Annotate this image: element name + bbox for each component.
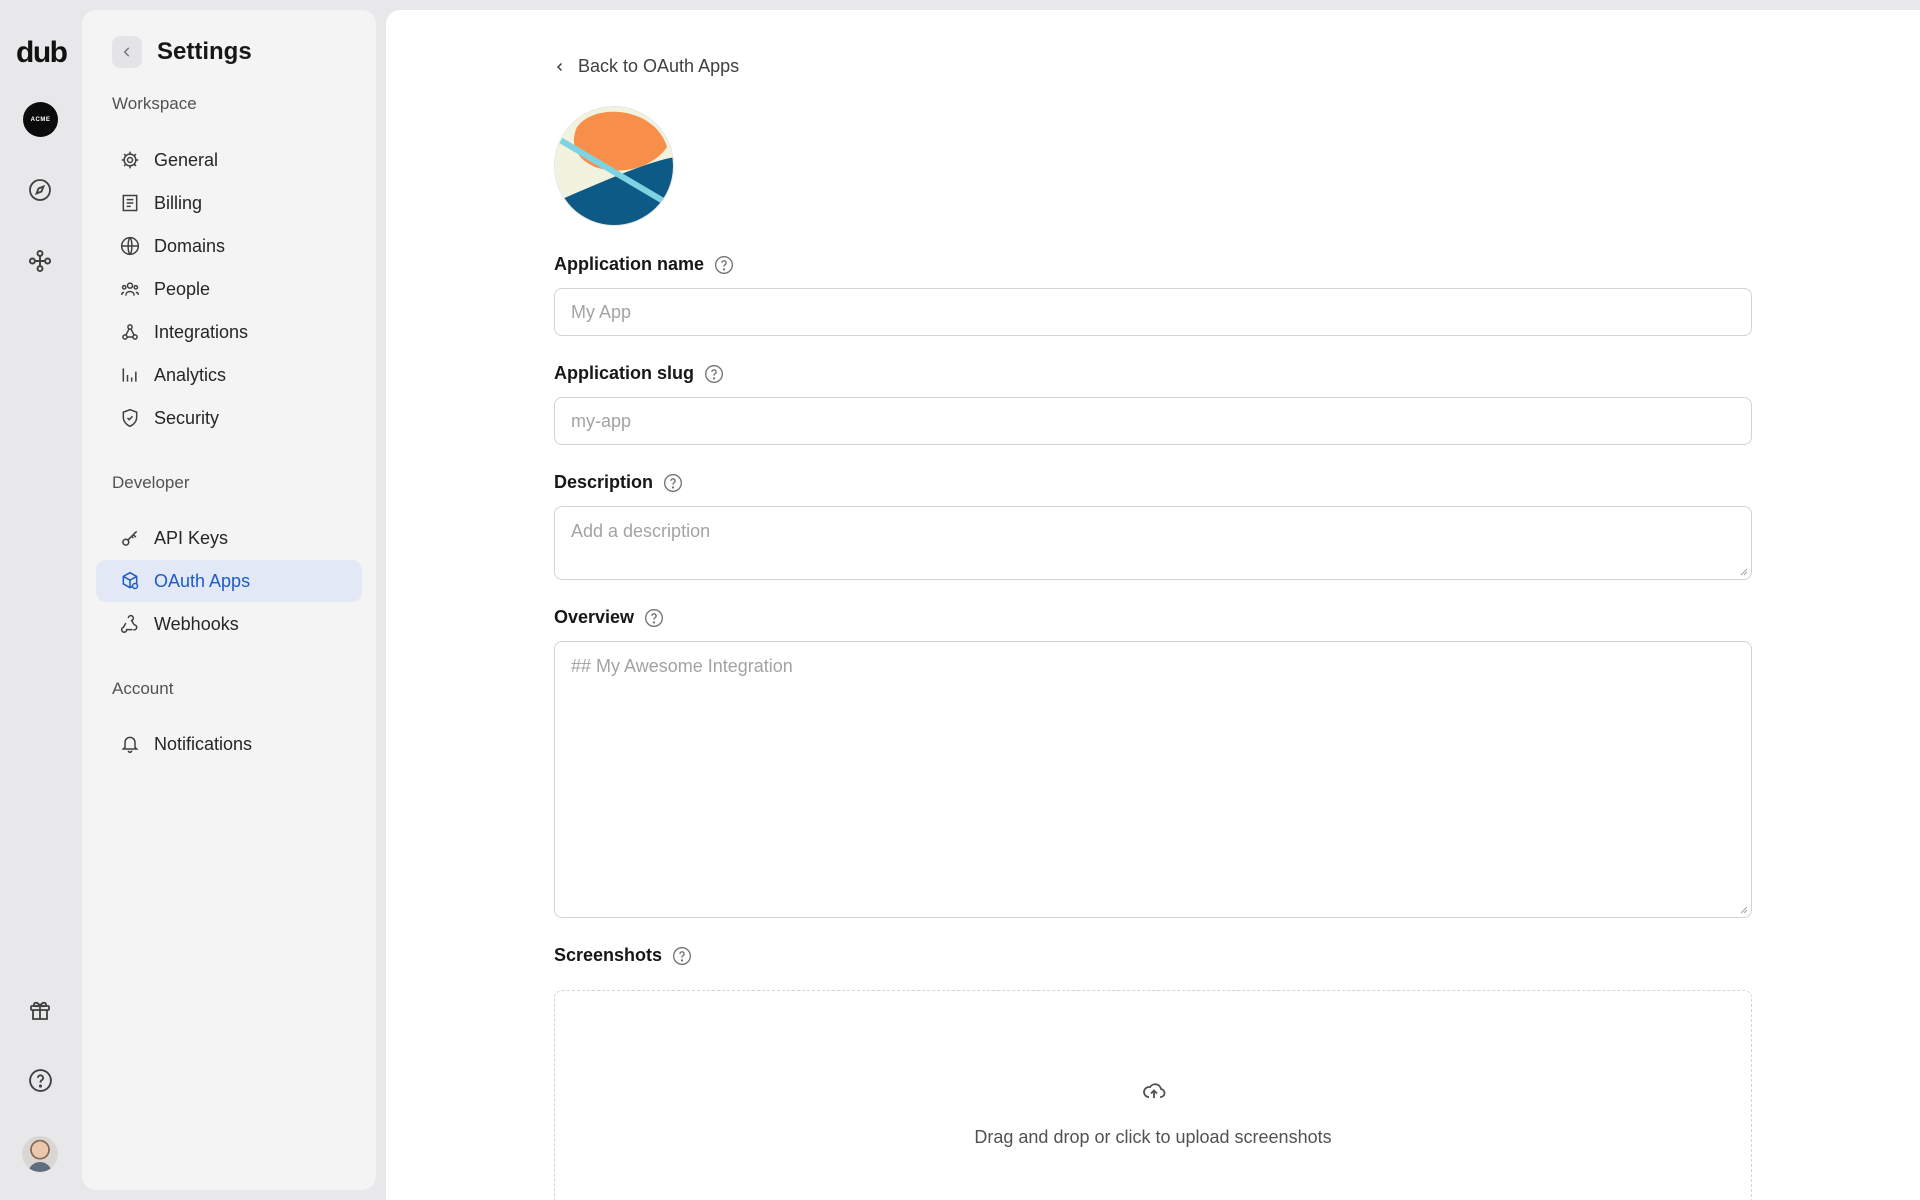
chevron-left-icon xyxy=(554,61,566,73)
screenshots-label: Screenshots xyxy=(554,945,692,966)
help-icon[interactable] xyxy=(704,364,724,384)
bell-icon xyxy=(120,734,140,754)
sidebar-item-api-keys[interactable]: API Keys xyxy=(96,517,362,559)
connections-icon[interactable] xyxy=(24,245,56,277)
screenshots-dropzone[interactable]: Drag and drop or click to upload screens… xyxy=(554,990,1752,1200)
app-logo-image xyxy=(555,107,673,225)
sidebar-item-label: Domains xyxy=(154,235,226,256)
receipt-icon xyxy=(120,193,140,213)
sidebar-item-label: API Keys xyxy=(154,527,229,548)
workspace-avatar[interactable]: ACME xyxy=(23,102,58,137)
sidebar-item-label: General xyxy=(154,149,219,170)
sidebar-item-analytics[interactable]: Analytics xyxy=(96,354,362,396)
help-icon[interactable] xyxy=(663,473,683,493)
app-rail: dub ACME xyxy=(0,0,82,1200)
back-to-oauth-apps-link[interactable]: Back to OAuth Apps xyxy=(554,56,739,77)
gear-icon xyxy=(120,150,140,170)
collapse-sidebar-button[interactable] xyxy=(112,36,142,68)
sidebar-item-label: Analytics xyxy=(154,364,227,385)
sidebar-item-security[interactable]: Security xyxy=(96,397,362,439)
sidebar-item-domains[interactable]: Domains xyxy=(96,225,362,267)
sidebar-item-label: Notifications xyxy=(154,733,253,754)
app-slug-input[interactable]: my-app xyxy=(554,397,1752,445)
sidebar-item-label: Webhooks xyxy=(154,613,239,634)
oauth-apps-icon xyxy=(120,571,140,591)
webhook-icon xyxy=(120,614,140,634)
sidebar-item-notifications[interactable]: Notifications xyxy=(96,723,362,765)
app-name-input[interactable]: My App xyxy=(554,288,1752,336)
sidebar-title: Settings xyxy=(157,38,252,65)
sidebar-item-label: People xyxy=(154,278,211,299)
compass-icon[interactable] xyxy=(24,174,56,206)
sidebar-item-general[interactable]: General xyxy=(96,139,362,181)
description-label: Description xyxy=(554,472,683,493)
cloud-upload-icon xyxy=(1142,1079,1166,1108)
integrations-icon xyxy=(120,322,140,342)
help-icon[interactable] xyxy=(24,1064,56,1096)
globe-icon xyxy=(120,236,140,256)
section-label-developer: Developer xyxy=(112,473,190,492)
overview-textarea[interactable]: ## My Awesome Integration xyxy=(554,641,1752,918)
section-label-account: Account xyxy=(112,679,174,698)
users-icon xyxy=(120,279,140,299)
help-icon[interactable] xyxy=(644,608,664,628)
bar-chart-icon xyxy=(120,365,140,385)
sidebar-item-oauth-apps[interactable]: OAuth Apps xyxy=(96,560,362,602)
dropzone-text: Drag and drop or click to upload screens… xyxy=(974,1127,1332,1147)
settings-sidebar: Settings Workspace General Billing Domai… xyxy=(82,10,376,1190)
back-link-label: Back to OAuth Apps xyxy=(578,56,740,76)
sidebar-item-label: Security xyxy=(154,407,220,428)
shield-icon xyxy=(120,408,140,428)
resize-handle-icon[interactable] xyxy=(1738,566,1748,576)
gift-icon[interactable] xyxy=(24,994,56,1026)
resize-handle-icon[interactable] xyxy=(1738,904,1748,914)
dub-logo[interactable]: dub xyxy=(16,36,68,70)
main-panel: Back to OAuth Apps Application name My A… xyxy=(386,10,1920,1200)
app-slug-label: Application slug xyxy=(554,363,724,384)
user-avatar[interactable] xyxy=(22,1136,58,1172)
section-label-workspace: Workspace xyxy=(112,94,197,113)
chevron-left-icon xyxy=(123,47,130,57)
sidebar-item-integrations[interactable]: Integrations xyxy=(96,311,362,353)
help-icon[interactable] xyxy=(672,946,692,966)
sidebar-item-billing[interactable]: Billing xyxy=(96,182,362,224)
overview-label: Overview xyxy=(554,607,664,628)
help-icon[interactable] xyxy=(714,255,734,275)
sidebar-item-label: Integrations xyxy=(154,321,249,342)
sidebar-item-webhooks[interactable]: Webhooks xyxy=(96,603,362,645)
key-icon xyxy=(120,528,140,548)
app-name-label: Application name xyxy=(554,254,734,275)
app-logo-upload[interactable] xyxy=(554,106,674,226)
sidebar-item-label: Billing xyxy=(154,192,203,213)
sidebar-item-people[interactable]: People xyxy=(96,268,362,310)
description-textarea[interactable]: Add a description xyxy=(554,506,1752,580)
sidebar-item-label: OAuth Apps xyxy=(154,570,251,591)
